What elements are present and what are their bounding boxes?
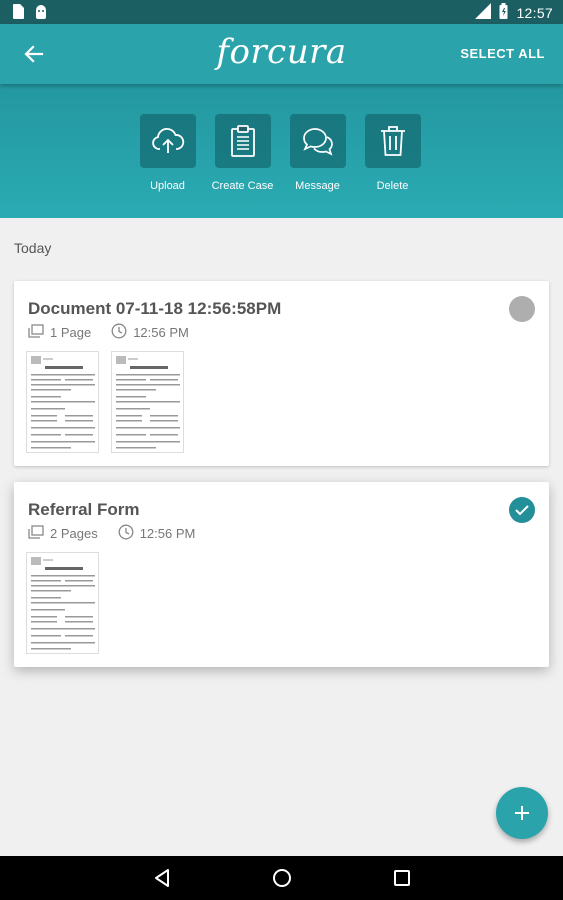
triangle-back-icon	[155, 869, 169, 887]
create-case-label: Create Case	[211, 180, 274, 192]
navigation-bar	[0, 856, 563, 900]
status-time: 12:57	[516, 4, 553, 21]
chat-bubbles-icon	[302, 128, 333, 156]
message-button[interactable]	[289, 114, 346, 168]
page-count: 1 Page	[50, 325, 92, 340]
section-title-today: Today	[14, 240, 52, 256]
battery-icon	[499, 3, 508, 22]
delete-label: Delete	[376, 180, 409, 192]
app-bar: forcura SELECT ALL	[0, 24, 563, 84]
status-bar: 12:57	[0, 0, 563, 24]
create-case-action[interactable]: Create Case	[205, 114, 280, 192]
nav-home-button[interactable]	[271, 867, 293, 889]
clock-icon	[111, 323, 127, 342]
document-meta: 2 Pages 12:56 PM	[28, 524, 195, 543]
delete-button[interactable]	[364, 114, 421, 168]
upload-label: Upload	[150, 180, 185, 192]
document-title: Document 07-11-18 12:56:58PM	[28, 299, 282, 318]
page-thumbnail[interactable]	[111, 351, 184, 453]
plus-icon	[515, 806, 529, 820]
select-all-button[interactable]: SELECT ALL	[460, 46, 545, 61]
select-toggle[interactable]	[509, 296, 535, 322]
page-thumbnail[interactable]	[26, 351, 99, 453]
message-label: Message	[295, 180, 340, 192]
page-thumbnail[interactable]	[26, 552, 99, 654]
clipboard-icon	[230, 125, 255, 157]
page-count: 2 Pages	[50, 526, 98, 541]
delete-action[interactable]: Delete	[355, 114, 430, 192]
document-card[interactable]: Document 07-11-18 12:56:58PM 1 Page 12:5…	[14, 281, 549, 466]
signal-icon	[475, 3, 492, 22]
pages-icon	[28, 324, 44, 341]
message-action[interactable]: Message	[280, 114, 355, 192]
nav-back-button[interactable]	[151, 867, 173, 889]
nav-recents-button[interactable]	[391, 867, 413, 889]
upload-action[interactable]: Upload	[130, 114, 205, 192]
upload-button[interactable]	[139, 114, 196, 168]
action-panel: Upload Create Case Message Delete	[0, 84, 563, 218]
cloud-upload-icon	[151, 128, 184, 153]
document-meta: 1 Page 12:56 PM	[28, 323, 189, 342]
add-document-button[interactable]	[496, 787, 548, 839]
check-icon	[515, 505, 529, 516]
square-recents-icon	[394, 870, 410, 886]
sim-card-icon	[12, 4, 24, 24]
trash-icon	[380, 126, 405, 156]
document-title: Referral Form	[28, 500, 140, 519]
clock-icon	[118, 524, 134, 543]
create-case-button[interactable]	[214, 114, 271, 168]
document-time: 12:56 PM	[139, 526, 196, 541]
circle-home-icon	[273, 869, 291, 887]
select-toggle[interactable]	[509, 497, 535, 523]
document-card[interactable]: Referral Form 2 Pages 12:56 PM	[14, 482, 549, 667]
pages-icon	[28, 525, 44, 542]
android-icon	[34, 4, 48, 24]
document-time: 12:56 PM	[133, 325, 189, 340]
